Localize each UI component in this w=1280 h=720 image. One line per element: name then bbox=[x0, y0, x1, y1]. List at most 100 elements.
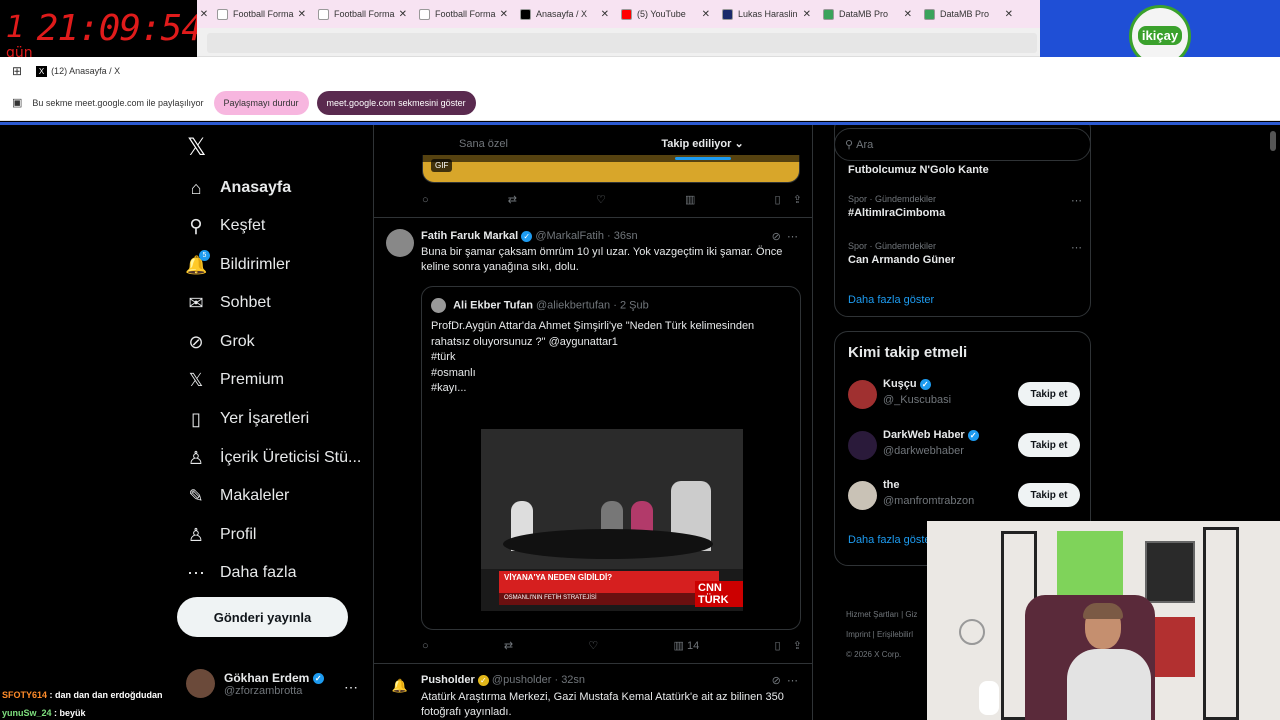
browser-tab[interactable]: Football Forma ✕ bbox=[211, 0, 312, 28]
close-tab-icon[interactable]: ✕ bbox=[500, 9, 508, 20]
stop-sharing-button[interactable]: Paylaşmayı durdur bbox=[213, 90, 309, 115]
footer-link[interactable]: Imprint | Erişilebilirl bbox=[846, 625, 917, 645]
retweet-icon[interactable]: ⇄ bbox=[504, 639, 513, 652]
search-icon: ⚲ bbox=[189, 215, 203, 236]
author-handle[interactable]: @pusholder bbox=[492, 674, 551, 686]
close-tab-icon[interactable]: ✕ bbox=[904, 9, 912, 20]
tab-following[interactable]: Takip ediliyor ⌄ bbox=[593, 125, 812, 162]
share-icon[interactable]: ⇪ bbox=[793, 193, 802, 206]
nav-item-1[interactable]: ⌂ Anasayfa bbox=[185, 173, 292, 203]
video-player[interactable]: VİYANA'YA NEDEN GİDİLDİ? OSMANLI'NIN FET… bbox=[481, 429, 743, 611]
trend-title: Can Armando Güner bbox=[848, 254, 956, 266]
tweet-time[interactable]: 32sn bbox=[561, 674, 585, 686]
more-icon[interactable]: ⋯ bbox=[787, 231, 798, 243]
x-logo-icon[interactable]: 𝕏 bbox=[187, 133, 206, 161]
like-icon[interactable]: ♡ bbox=[596, 193, 606, 206]
trend-item[interactable]: Spor · Gündemdekiler #AltimIraCimboma ⋯ bbox=[848, 194, 1082, 219]
show-tab-button[interactable]: meet.google.com sekmesini göster bbox=[316, 90, 476, 115]
suggestion-handle[interactable]: @manfromtrabzon bbox=[883, 495, 974, 507]
quoted-tweet[interactable]: Ali Ekber Tufan @aliekbertufan · 2 Şub P… bbox=[421, 286, 801, 630]
follow-suggestion[interactable]: Kuşçu ✓ @_Kuscubasi Takip et bbox=[848, 378, 1080, 412]
close-tab-icon[interactable]: ✕ bbox=[702, 9, 710, 20]
author-handle[interactable]: @MarkalFatih bbox=[535, 230, 604, 242]
bookmark-tab-label[interactable]: (12) Anasayfa / X bbox=[51, 66, 120, 76]
address-bar[interactable] bbox=[197, 28, 1040, 57]
left-sidebar: 𝕏 ⌂ Anasayfa ⚲ Keşfet 🔔 Bildirimler 5 ✉ Sohbet ⊘ G… bbox=[177, 125, 373, 720]
author-name[interactable]: Fatih Faruk Markal bbox=[421, 230, 518, 242]
show-more-link[interactable]: Daha fazla göster bbox=[848, 534, 934, 546]
close-tab-icon[interactable]: ✕ bbox=[399, 9, 407, 20]
account-handle: @zforzambrotta bbox=[224, 684, 303, 697]
more-icon[interactable]: ⋯ bbox=[1071, 194, 1082, 207]
grok-icon[interactable]: ⊘ bbox=[772, 231, 781, 243]
nav-item-4[interactable]: ✉ Sohbet bbox=[185, 288, 270, 318]
nav-item-3[interactable]: 🔔 Bildirimler 5 bbox=[185, 250, 290, 280]
nav-item-7[interactable]: ▯ Yer İşaretleri bbox=[185, 404, 309, 434]
more-icon[interactable]: ⋯ bbox=[787, 675, 798, 687]
close-tab-icon[interactable]: ✕ bbox=[298, 9, 306, 20]
footer-link[interactable]: Hizmet Şartları | Giz bbox=[846, 605, 917, 625]
views-icon[interactable]: ▥ bbox=[685, 193, 695, 206]
tab-for-you[interactable]: Sana özel bbox=[374, 125, 593, 162]
grok-icon[interactable]: ⊘ bbox=[772, 675, 781, 687]
nav-item-11[interactable]: ⋯ Daha fazla bbox=[185, 558, 297, 588]
search-input[interactable]: ⚲ Ara bbox=[834, 128, 1091, 161]
avatar[interactable] bbox=[386, 229, 414, 257]
trend-item[interactable]: Futbolcumuz N'Golo Kante bbox=[848, 161, 1082, 176]
nav-item-6[interactable]: 𝕏 Premium bbox=[185, 365, 284, 395]
suggestion-name[interactable]: DarkWeb Haber ✓ bbox=[883, 429, 979, 441]
account-switcher[interactable]: Gökhan Erdem ✓ @zforzambrotta ⋯ bbox=[186, 669, 358, 698]
like-icon[interactable]: ♡ bbox=[588, 639, 598, 652]
browser-tab[interactable]: Football Forma ✕ bbox=[413, 0, 514, 28]
avatar[interactable] bbox=[848, 431, 877, 460]
more-icon[interactable]: ⋯ bbox=[344, 679, 358, 696]
suggestion-handle[interactable]: @darkwebhaber bbox=[883, 445, 964, 457]
tweet-time[interactable]: 36sn bbox=[614, 230, 638, 242]
browser-tab[interactable]: DataMB Pro ✕ bbox=[817, 0, 918, 28]
close-tab-icon[interactable]: ✕ bbox=[803, 9, 811, 20]
tab-title: DataMB Pro bbox=[940, 9, 990, 19]
close-tab-icon[interactable]: ✕ bbox=[601, 9, 609, 20]
nav-item-10[interactable]: ♙ Profil bbox=[185, 520, 257, 550]
reply-icon[interactable]: ○ bbox=[422, 639, 429, 652]
bookmark-icon[interactable]: ▯ bbox=[774, 193, 780, 206]
follow-button[interactable]: Takip et bbox=[1018, 433, 1080, 457]
suggestion-name[interactable]: the bbox=[883, 479, 900, 491]
views-count[interactable]: ▥ 14 bbox=[674, 639, 700, 653]
suggestion-handle[interactable]: @_Kuscubasi bbox=[883, 394, 951, 406]
tweet-tools: ⊘ ⋯ bbox=[772, 674, 798, 687]
browser-tab[interactable]: DataMB Pro ✕ bbox=[918, 0, 1019, 28]
browser-tab[interactable]: Football Forma ✕ bbox=[312, 0, 413, 28]
nav-item-2[interactable]: ⚲ Keşfet bbox=[185, 211, 265, 241]
browser-tab[interactable]: Lukas Haraslin ✕ bbox=[716, 0, 817, 28]
scrollbar[interactable] bbox=[1270, 131, 1276, 151]
more-icon[interactable]: ⋯ bbox=[1071, 241, 1082, 254]
close-tab-icon[interactable]: ✕ bbox=[1005, 9, 1013, 20]
share-icon[interactable]: ⇪ bbox=[793, 639, 802, 652]
close-icon[interactable]: ✕ bbox=[197, 9, 211, 20]
avatar[interactable] bbox=[848, 380, 877, 409]
nav-item-9[interactable]: ✎ Makaleler bbox=[185, 481, 289, 511]
follow-suggestion[interactable]: the @manfromtrabzon Takip et bbox=[848, 479, 1080, 513]
post-button[interactable]: Gönderi yayınla bbox=[177, 597, 348, 637]
author-name[interactable]: Pusholder bbox=[421, 674, 475, 686]
bell-icon[interactable]: 🔔 bbox=[386, 672, 414, 700]
follow-button[interactable]: Takip et bbox=[1018, 382, 1080, 406]
address-field[interactable] bbox=[207, 33, 1037, 53]
browser-tab[interactable]: Anasayfa / X ✕ bbox=[514, 0, 615, 28]
timer-clock: 21:09:54 bbox=[36, 8, 203, 49]
follow-button[interactable]: Takip et bbox=[1018, 483, 1080, 507]
show-more-link[interactable]: Daha fazla göster bbox=[848, 294, 934, 306]
apps-grid-icon[interactable]: ⊞ bbox=[12, 64, 22, 78]
follow-suggestion[interactable]: DarkWeb Haber ✓ @darkwebhaber Takip et bbox=[848, 429, 1080, 463]
nav-item-8[interactable]: ♙ İçerik Üreticisi Stü... bbox=[185, 443, 361, 473]
bookmark-icon[interactable]: ▯ bbox=[774, 639, 780, 652]
avatar[interactable] bbox=[848, 481, 877, 510]
retweet-icon[interactable]: ⇄ bbox=[508, 193, 517, 206]
reply-icon[interactable]: ○ bbox=[422, 193, 429, 206]
quote-line: ProfDr.Aygün Attar'da Ahmet Şimşirli'ye … bbox=[431, 320, 755, 332]
browser-tab[interactable]: (5) YouTube ✕ bbox=[615, 0, 716, 28]
nav-item-5[interactable]: ⊘ Grok bbox=[185, 327, 254, 357]
suggestion-name[interactable]: Kuşçu ✓ bbox=[883, 378, 931, 390]
trend-item[interactable]: Spor · Gündemdekiler Can Armando Güner ⋯ bbox=[848, 241, 1082, 266]
